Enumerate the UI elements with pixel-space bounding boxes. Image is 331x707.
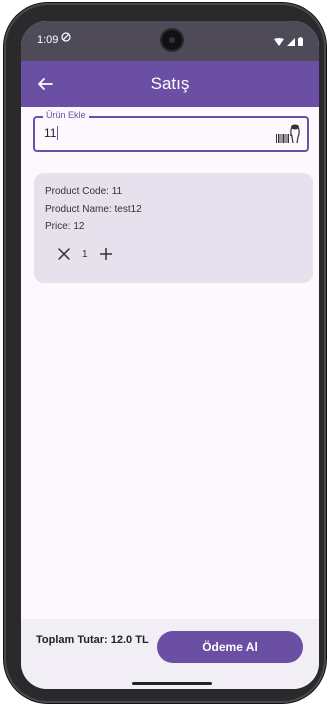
checkout-bar: Toplam Tutar: 12.0 TL Ödeme Al [21,619,319,689]
signal-icon [287,33,295,51]
cart-item-card: Product Code: 11 Product Name: test12 Pr… [34,173,313,283]
quantity-value: 1 [82,248,88,260]
battery-icon [298,33,303,51]
do-not-disturb-icon [61,32,71,45]
product-code: Product Code: 11 [45,186,123,197]
page-title: Satış [150,74,190,93]
product-search-field[interactable]: Ürün Ekle [33,110,309,152]
status-icons [274,33,303,51]
wifi-icon [274,33,284,51]
phone-frame: 1:09 Satış Ürün Ekle 11 Product Code: 11… [4,3,326,703]
product-field-label: Ürün Ekle [43,110,89,120]
app-bar: Satış [21,61,319,107]
barcode-scanner-icon[interactable] [275,121,303,149]
status-bar: 1:09 [21,21,319,61]
close-icon[interactable] [54,244,74,264]
home-indicator[interactable] [132,682,212,685]
text-caret [57,126,58,140]
total-amount: Toplam Tutar: 12.0 TL [36,634,149,646]
product-name: Product Name: test12 [45,204,142,215]
plus-icon[interactable] [96,244,116,264]
product-price: Price: 12 [45,221,85,232]
product-input[interactable] [44,126,264,140]
camera-cutout [162,30,182,50]
screen: 1:09 Satış Ürün Ekle 11 Product Code: 11… [21,21,319,689]
status-time: 1:09 [37,34,59,46]
pay-button[interactable]: Ödeme Al [157,631,303,663]
quantity-stepper: 1 [54,244,116,264]
